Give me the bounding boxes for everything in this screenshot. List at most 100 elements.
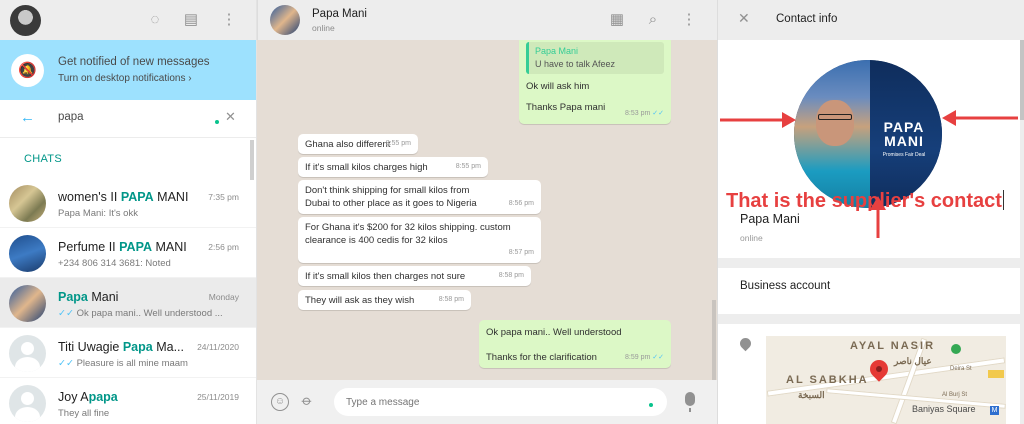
chat-name: women's II PAPA MANI xyxy=(58,190,189,204)
incoming-message[interactable]: Don't think shipping for small kilos fro… xyxy=(298,180,541,214)
chat-item-selected[interactable]: Papa Mani Monday ✓✓ Ok papa mani.. Well … xyxy=(0,278,256,328)
incoming-message[interactable]: If it's small kilos then charges not sur… xyxy=(298,266,531,286)
scrollbar[interactable] xyxy=(250,140,254,180)
message-text: Don't think shipping for small kilos fro… xyxy=(305,185,477,209)
message-time: 8:59 pm ✓✓ xyxy=(625,354,664,361)
quoted-author: Papa Mani xyxy=(535,46,579,56)
location-map[interactable]: AYAL NASIR عيال ناصر AL SABKHA السبخة De… xyxy=(766,336,1006,424)
chat-name: Perfume II PAPA MANI xyxy=(58,240,187,254)
chat-list-panel: ◌ ▤ ⋮ 🔕 Get notified of new messages Tur… xyxy=(0,0,257,424)
message-text: Ghana also different xyxy=(305,139,391,150)
annotation-arrow-right xyxy=(942,110,1018,126)
default-avatar-icon xyxy=(9,335,46,372)
chats-section-label: CHATS xyxy=(24,153,62,165)
message-text: If it's small kilos then charges not sur… xyxy=(305,271,466,282)
map-label: AYAL NASIR xyxy=(850,340,936,352)
chat-last-message: +234 806 314 3681: Noted xyxy=(58,258,171,269)
attach-icon[interactable]: ⌀ xyxy=(298,392,316,410)
close-icon[interactable]: ✕ xyxy=(738,10,750,27)
clear-search-icon[interactable]: ✕ xyxy=(225,109,236,125)
outgoing-message[interactable]: Papa Mani U have to talk Afeez Ok will a… xyxy=(519,40,671,124)
search-bar: ← ✕ xyxy=(0,100,256,138)
map-label: السبخة xyxy=(798,390,825,400)
chat-time: 2:56 pm xyxy=(208,242,239,252)
incoming-message[interactable]: They will ask as they wish 8:58 pm xyxy=(298,290,471,310)
profile-name: Papa Mani xyxy=(740,212,800,226)
default-avatar-icon xyxy=(9,385,46,422)
menu-icon[interactable]: ⋮ xyxy=(680,11,698,29)
chat-item[interactable]: Perfume II PAPA MANI 2:56 pm +234 806 31… xyxy=(0,228,256,278)
scrollbar[interactable] xyxy=(712,300,716,380)
profile-photo[interactable]: PAPA MANI Promises Fair Deal xyxy=(794,60,942,208)
input-status-dot xyxy=(649,403,653,407)
poster-logo-text: PAPA MANI xyxy=(883,119,925,149)
menu-icon[interactable]: ⋮ xyxy=(220,11,238,29)
metro-icon: M xyxy=(990,406,999,415)
poster-tagline: Promises Fair Deal xyxy=(882,152,926,158)
chat-name: Joy Apapa xyxy=(58,390,118,404)
contact-status: online xyxy=(312,23,335,33)
notification-link[interactable]: Turn on desktop notifications › xyxy=(58,73,192,84)
chat-item[interactable]: Titi Uwagie Papa Ma... 24/11/2020 ✓✓ Ple… xyxy=(0,328,256,378)
search-input[interactable] xyxy=(58,111,198,123)
chat-time: Monday xyxy=(208,292,239,302)
scrollbar[interactable] xyxy=(1020,40,1024,120)
map-label: AL SABKHA xyxy=(786,374,869,386)
incoming-message[interactable]: If it's small kilos charges high 8:55 pm xyxy=(298,157,488,177)
catalog-icon[interactable]: ▦ xyxy=(608,11,626,29)
contact-avatar[interactable] xyxy=(270,5,300,35)
incoming-message[interactable]: For Ghana it's $200 for 32 kilos shippin… xyxy=(298,217,541,263)
search-icon[interactable]: ⌕ xyxy=(644,11,662,29)
message-input[interactable] xyxy=(334,388,667,416)
location-card[interactable]: AYAL NASIR عيال ناصر AL SABKHA السبخة De… xyxy=(718,324,1020,424)
quoted-message[interactable]: Papa Mani U have to talk Afeez xyxy=(526,42,664,74)
bell-off-icon: 🔕 xyxy=(11,54,44,87)
chat-last-message: They all fine xyxy=(58,408,110,419)
chat-name: Titi Uwagie Papa Ma... xyxy=(58,340,184,354)
message-time: 8:57 pm xyxy=(508,249,534,256)
message-list: Papa Mani U have to talk Afeez Ok will a… xyxy=(257,40,717,380)
chat-last-message: ✓✓ Pleasure is all mine maam xyxy=(58,358,188,369)
profile-about: online xyxy=(740,233,763,243)
avatar xyxy=(9,185,46,222)
business-account-row[interactable]: Business account xyxy=(718,268,1020,314)
map-label: عيال ناصر xyxy=(894,356,932,366)
avatar xyxy=(9,235,46,272)
whatsapp-web-app: ◌ ▤ ⋮ 🔕 Get notified of new messages Tur… xyxy=(0,0,1024,424)
my-avatar[interactable] xyxy=(10,5,41,36)
notification-title: Get notified of new messages xyxy=(58,56,210,68)
outgoing-message[interactable]: Ok papa mani.. Well understood Thanks fo… xyxy=(479,320,671,368)
business-account-label: Business account xyxy=(740,280,831,292)
message-text: Ok will ask him xyxy=(526,81,590,92)
quoted-text: U have to talk Afeez xyxy=(535,59,616,69)
annotation-arrow-left xyxy=(720,112,796,128)
chat-time: 25/11/2019 xyxy=(197,392,239,402)
message-text: If it's small kilos charges high xyxy=(305,162,428,173)
message-time: 8:56 pm xyxy=(508,200,534,207)
double-tick-icon: ✓✓ xyxy=(58,358,74,369)
message-time: 8:53 pm ✓✓ xyxy=(625,110,664,117)
message-time: 8:58 pm xyxy=(498,272,524,279)
new-chat-icon[interactable]: ▤ xyxy=(182,11,200,29)
chat-item[interactable]: Joy Apapa 25/11/2019 They all fine xyxy=(0,378,256,424)
status-icon[interactable]: ◌ xyxy=(146,11,164,29)
map-label: Baniyas Square xyxy=(912,404,976,414)
conversation-header[interactable]: Papa Mani online ▦ ⌕ ⋮ xyxy=(257,0,717,40)
location-pin-icon xyxy=(737,335,754,352)
message-time: 8:55 pm xyxy=(455,163,481,170)
notification-banner[interactable]: 🔕 Get notified of new messages Turn on d… xyxy=(0,40,256,100)
back-arrow-icon[interactable]: ← xyxy=(20,109,35,126)
emoji-icon[interactable]: ☺ xyxy=(271,393,289,411)
message-text: For Ghana it's $200 for 32 kilos shippin… xyxy=(305,222,511,246)
map-label: Al Burj St xyxy=(942,392,968,398)
annotation-text: That is the supplier's contact xyxy=(726,190,1004,212)
contact-info-title: Contact info xyxy=(776,13,838,25)
message-text: They will ask as they wish xyxy=(305,295,415,306)
chat-name: Papa Mani xyxy=(58,290,119,304)
input-status-dot xyxy=(215,120,219,124)
chat-item[interactable]: women's II PAPA MANI 7:35 pm Papa Mani: … xyxy=(0,178,256,228)
incoming-message[interactable]: Ghana also different 8:55 pm xyxy=(298,134,418,154)
microphone-icon[interactable] xyxy=(685,392,695,412)
chat-last-message: ✓✓ Ok papa mani.. Well understood ... xyxy=(58,308,223,319)
message-time: 8:58 pm xyxy=(438,296,464,303)
